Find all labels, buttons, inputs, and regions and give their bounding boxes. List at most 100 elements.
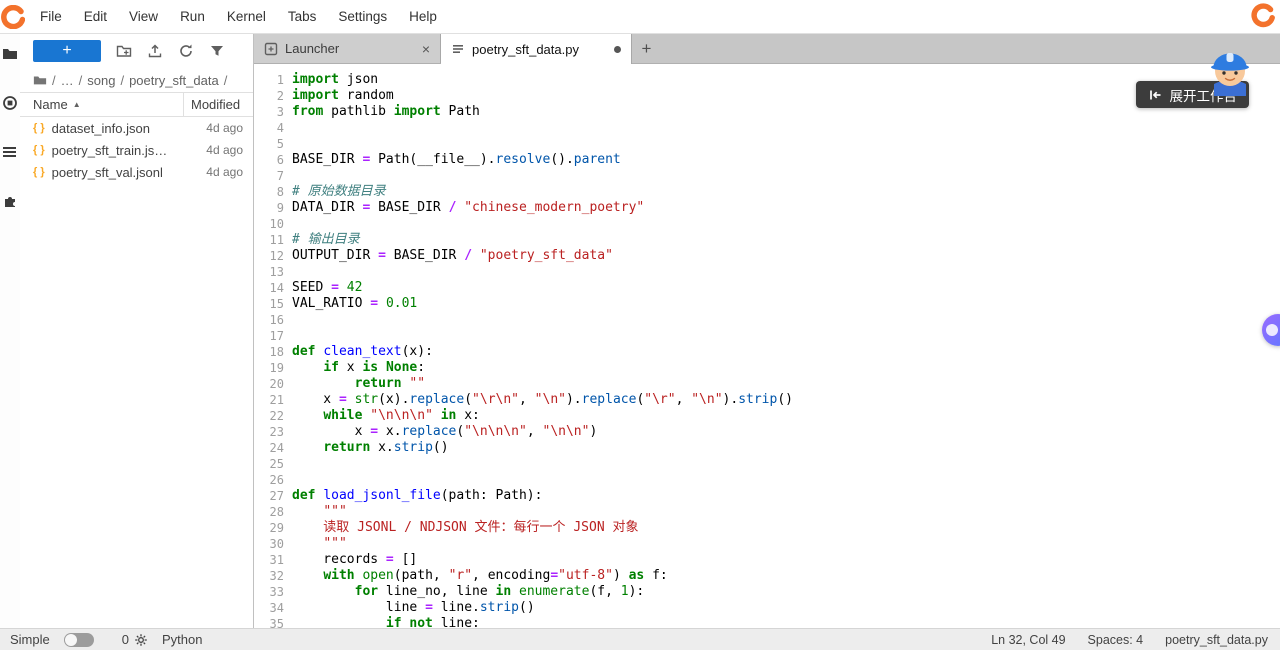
menu-tabs[interactable]: Tabs xyxy=(277,0,328,33)
code-text: DATA_DIR = BASE_DIR / "chinese_modern_po… xyxy=(292,200,644,216)
line-number: 1 xyxy=(254,72,292,88)
filter-icon[interactable] xyxy=(209,43,225,59)
line-number: 17 xyxy=(254,328,292,344)
editor-column: Launcher × poetry_sft_data.py + 1import … xyxy=(254,34,1280,628)
code-line[interactable]: 2import random xyxy=(254,88,1280,104)
code-line[interactable]: 27def load_jsonl_file(path: Path): xyxy=(254,488,1280,504)
tab-close-icon[interactable]: × xyxy=(422,42,430,56)
code-text: # 输出目录 xyxy=(292,232,360,248)
code-line[interactable]: 18def clean_text(x): xyxy=(254,344,1280,360)
menu-settings[interactable]: Settings xyxy=(327,0,398,33)
tab-launcher[interactable]: Launcher × xyxy=(254,34,441,63)
line-number: 29 xyxy=(254,520,292,536)
file-browser-tab-icon[interactable] xyxy=(2,46,18,62)
assistant-avatar[interactable] xyxy=(1201,44,1259,96)
breadcrumb-item[interactable]: … xyxy=(61,73,74,88)
line-number: 31 xyxy=(254,552,292,568)
line-number: 9 xyxy=(254,200,292,216)
code-line[interactable]: 1import json xyxy=(254,72,1280,88)
code-line[interactable]: 15VAL_RATIO = 0.01 xyxy=(254,296,1280,312)
code-line[interactable]: 34 line = line.strip() xyxy=(254,600,1280,616)
line-number: 21 xyxy=(254,392,292,408)
code-line[interactable]: 29 读取 JSONL / NDJSON 文件：每行一个 JSON 对象 xyxy=(254,520,1280,536)
kernel-status[interactable]: 0 xyxy=(122,632,148,647)
menu-file[interactable]: File xyxy=(29,0,73,33)
code-line[interactable]: 3from pathlib import Path xyxy=(254,104,1280,120)
tab-poetry-sft-data[interactable]: poetry_sft_data.py xyxy=(441,34,632,64)
upload-icon[interactable] xyxy=(147,43,163,59)
unsaved-changes-indicator xyxy=(614,46,621,53)
code-text: import random xyxy=(292,88,394,104)
new-folder-icon[interactable] xyxy=(116,43,132,59)
code-line[interactable]: 24 return x.strip() xyxy=(254,440,1280,456)
running-kernels-icon[interactable] xyxy=(2,95,18,111)
cursor-position[interactable]: Ln 32, Col 49 xyxy=(991,633,1065,647)
code-line[interactable]: 20 return "" xyxy=(254,376,1280,392)
code-line[interactable]: 4 xyxy=(254,120,1280,136)
code-text: for line_no, line in enumerate(f, 1): xyxy=(292,584,644,600)
menu-run[interactable]: Run xyxy=(169,0,216,33)
code-text: with open(path, "r", encoding="utf-8") a… xyxy=(292,568,668,584)
file-row[interactable]: { }poetry_sft_train.js…4d ago xyxy=(20,139,253,161)
extensions-puzzle-icon[interactable] xyxy=(2,193,18,209)
line-number: 20 xyxy=(254,376,292,392)
code-line[interactable]: 21 x = str(x).replace("\r\n", "\n").repl… xyxy=(254,392,1280,408)
menu-kernel[interactable]: Kernel xyxy=(216,0,277,33)
code-line[interactable]: 11# 输出目录 xyxy=(254,232,1280,248)
folder-icon[interactable] xyxy=(33,73,47,87)
code-text: while "\n\n\n" in x: xyxy=(292,408,480,424)
status-bar: Simple 0 Python Ln 32, Col 49 Spaces: 4 … xyxy=(0,628,1280,650)
breadcrumb-separator: / xyxy=(224,73,228,88)
indentation-setting[interactable]: Spaces: 4 xyxy=(1088,633,1144,647)
code-line[interactable]: 35 if not line: xyxy=(254,616,1280,628)
language-mode[interactable]: Python xyxy=(162,632,202,647)
code-line[interactable]: 32 with open(path, "r", encoding="utf-8"… xyxy=(254,568,1280,584)
code-line[interactable]: 19 if x is None: xyxy=(254,360,1280,376)
main-area: + /…/song/poetry_sft_data/ Name ▲ xyxy=(0,34,1280,628)
code-text: def clean_text(x): xyxy=(292,344,433,360)
menu-help[interactable]: Help xyxy=(398,0,448,33)
menu-edit[interactable]: Edit xyxy=(73,0,118,33)
code-line[interactable]: 13 xyxy=(254,264,1280,280)
code-line[interactable]: 30 """ xyxy=(254,536,1280,552)
column-header-modified[interactable]: Modified xyxy=(183,93,253,116)
table-of-contents-icon[interactable] xyxy=(2,144,18,160)
file-row[interactable]: { }poetry_sft_val.jsonl4d ago xyxy=(20,161,253,183)
code-line[interactable]: 14SEED = 42 xyxy=(254,280,1280,296)
code-line[interactable]: 6BASE_DIR = Path(__file__).resolve().par… xyxy=(254,152,1280,168)
breadcrumb-item[interactable]: poetry_sft_data xyxy=(129,73,219,88)
code-line[interactable]: 31 records = [] xyxy=(254,552,1280,568)
code-line[interactable]: 26 xyxy=(254,472,1280,488)
line-number: 5 xyxy=(254,136,292,152)
code-line[interactable]: 12OUTPUT_DIR = BASE_DIR / "poetry_sft_da… xyxy=(254,248,1280,264)
code-line[interactable]: 17 xyxy=(254,328,1280,344)
app-logo-icon xyxy=(1,5,25,29)
code-line[interactable]: 16 xyxy=(254,312,1280,328)
code-line[interactable]: 8# 原始数据目录 xyxy=(254,184,1280,200)
new-tab-button[interactable]: + xyxy=(632,34,661,63)
code-line[interactable]: 22 while "\n\n\n" in x: xyxy=(254,408,1280,424)
file-row[interactable]: { }dataset_info.json4d ago xyxy=(20,117,253,139)
simple-mode-toggle[interactable] xyxy=(64,633,94,647)
new-launcher-button[interactable]: + xyxy=(33,40,101,62)
code-line[interactable]: 25 xyxy=(254,456,1280,472)
code-line[interactable]: 10 xyxy=(254,216,1280,232)
refresh-icon[interactable] xyxy=(178,43,194,59)
code-line[interactable]: 9DATA_DIR = BASE_DIR / "chinese_modern_p… xyxy=(254,200,1280,216)
breadcrumb-item[interactable]: song xyxy=(87,73,115,88)
code-text: VAL_RATIO = 0.01 xyxy=(292,296,417,312)
menu-view[interactable]: View xyxy=(118,0,169,33)
column-header-name[interactable]: Name ▲ xyxy=(20,97,183,112)
simple-mode-label: Simple xyxy=(10,632,50,647)
code-text: # 原始数据目录 xyxy=(292,184,386,200)
code-line[interactable]: 28 """ xyxy=(254,504,1280,520)
code-line[interactable]: 7 xyxy=(254,168,1280,184)
code-editor[interactable]: 1import json2import random3from pathlib … xyxy=(254,64,1280,628)
text-file-icon xyxy=(451,42,465,56)
code-line[interactable]: 23 x = x.replace("\n\n\n", "\n\n") xyxy=(254,424,1280,440)
line-number: 15 xyxy=(254,296,292,312)
code-line[interactable]: 33 for line_no, line in enumerate(f, 1): xyxy=(254,584,1280,600)
line-number: 24 xyxy=(254,440,292,456)
line-number: 7 xyxy=(254,168,292,184)
code-line[interactable]: 5 xyxy=(254,136,1280,152)
